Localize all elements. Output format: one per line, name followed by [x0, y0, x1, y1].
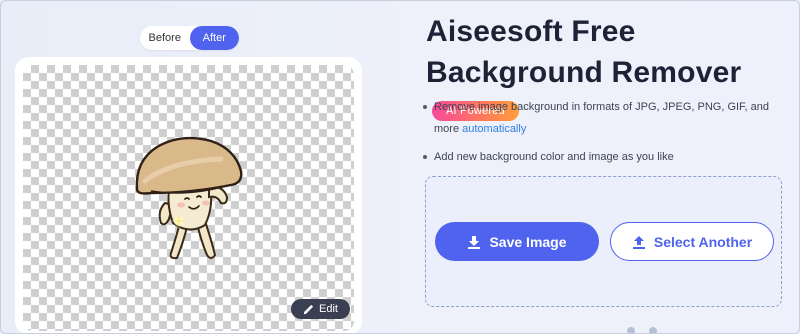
brush-icon	[303, 304, 314, 314]
before-after-toggle: Before After	[140, 26, 239, 50]
carousel-dot[interactable]	[627, 327, 635, 333]
save-image-label: Save Image	[489, 233, 567, 250]
save-image-button[interactable]: Save Image	[435, 222, 599, 261]
feature-item: Add new background color and image as yo…	[422, 146, 782, 168]
download-icon	[468, 235, 481, 249]
feature-text: Add new background color and image as yo…	[434, 151, 674, 163]
edit-label: Edit	[319, 303, 338, 315]
after-tab[interactable]: After	[189, 26, 239, 50]
upload-icon	[632, 235, 645, 249]
feature-item: Remove image background in formats of JP…	[422, 96, 782, 140]
select-another-button[interactable]: Select Another	[610, 222, 774, 261]
carousel-dot[interactable]	[649, 327, 657, 333]
feature-list: Remove image background in formats of JP…	[422, 96, 782, 168]
feature-highlight: automatically	[462, 123, 527, 135]
app-frame: Before After Edit Aiseesoft Free Backgro…	[0, 0, 800, 334]
page-title-text: Aiseesoft Free Background Remover	[426, 15, 742, 89]
edit-button[interactable]: Edit	[291, 299, 350, 319]
result-image	[135, 136, 243, 260]
before-tab[interactable]: Before	[140, 26, 190, 50]
select-another-label: Select Another	[653, 233, 753, 250]
carousel-dots	[627, 327, 657, 333]
